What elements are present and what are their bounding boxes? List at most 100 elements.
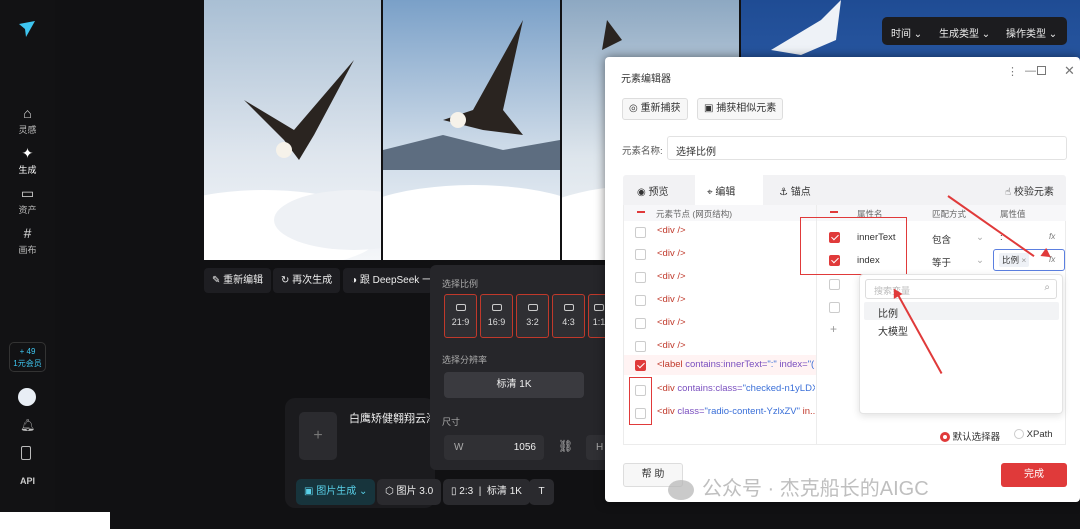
location-icon: ⌖ — [707, 187, 713, 198]
attr-select-all-checkbox[interactable] — [830, 211, 838, 213]
attr-checkbox[interactable] — [829, 302, 840, 313]
ratio-3-2[interactable]: 3:2 — [516, 294, 549, 338]
tree-node[interactable]: <div /> — [657, 248, 686, 259]
regenerate-button[interactable]: ↻ 再次生成 — [273, 268, 341, 293]
chevron-down-icon: ⌄ — [981, 29, 991, 40]
tree-node-label[interactable]: <label contains:innerText=":" index="(..… — [657, 359, 815, 370]
nav-item-canvas[interactable]: # 画布 — [0, 225, 55, 256]
ratio-4-3[interactable]: 4:3 — [552, 294, 585, 338]
credits-badge[interactable]: + 49 1元会员 — [9, 342, 46, 372]
minimize-icon[interactable]: — — [1025, 65, 1036, 77]
done-button[interactable]: 完成 — [1001, 463, 1067, 487]
node-checkbox[interactable] — [635, 295, 646, 306]
match-select[interactable]: 等于 ⌄ — [932, 255, 984, 269]
node-checkbox[interactable] — [635, 249, 646, 260]
nav-item-assets[interactable]: ▭ 资产 — [0, 185, 55, 216]
close-icon[interactable]: ✕ — [1064, 63, 1075, 79]
verify-element-button[interactable]: ☝︎ 校验元素 — [1005, 183, 1054, 198]
node-checkbox-checked[interactable] — [635, 360, 646, 371]
bell-icon[interactable]: 🔔︎ — [20, 418, 35, 432]
link-icon[interactable]: ⛓︎ — [558, 439, 573, 453]
dropdown-option[interactable]: 大模型 — [878, 323, 908, 338]
tree-node-checked-div[interactable]: <div contains:class="checked-n1yLDX... — [657, 383, 815, 394]
mode-select[interactable]: ▣ 图片生成 ⌄ — [296, 479, 376, 505]
text-style-button[interactable]: T — [529, 479, 554, 505]
tree-header-row: 元素节点 (网页结构) — [624, 205, 816, 221]
api-link[interactable]: API — [20, 476, 35, 486]
tree-node[interactable]: <div /> — [657, 271, 686, 282]
avatar[interactable] — [18, 388, 36, 406]
wechat-icon — [668, 479, 694, 500]
ratio-icon: ▯ — [451, 486, 457, 497]
tree-node[interactable]: <div /> — [657, 225, 686, 236]
attr-checkbox[interactable] — [829, 279, 840, 290]
tree-node[interactable]: <div /> — [657, 317, 686, 328]
gen-type-filter[interactable]: 生成类型 ⌄ — [939, 25, 990, 40]
ratio-select[interactable]: ▯ 2:3 | 标清 1K — [443, 479, 530, 505]
tab-preview[interactable]: ◉ 预览 — [637, 183, 669, 198]
cube-icon: ⬡ — [385, 486, 394, 497]
generated-image-2[interactable] — [383, 0, 560, 260]
more-icon[interactable]: ⋮ — [1007, 65, 1018, 78]
text-icon: T — [538, 486, 545, 497]
target-icon: ◎ — [629, 103, 638, 114]
search-icon: ⌕ — [1044, 282, 1050, 293]
close-icon[interactable]: × — [1021, 255, 1026, 265]
tree-node[interactable]: <div /> — [657, 340, 686, 351]
radio-checked-icon — [940, 432, 950, 443]
deepseek-button[interactable]: ◑ 跟 DeepSeek 一起 — [343, 268, 433, 293]
ratio-title: 选择比例 — [442, 279, 479, 289]
tab-edit[interactable]: ⌖ 编辑 — [695, 175, 763, 205]
prompt-text[interactable]: 白鹰矫健翱翔云海间 — [349, 410, 435, 426]
chevron-down-icon: ⌄ — [913, 29, 923, 40]
re-edit-button[interactable]: ✎ 重新编辑 — [204, 268, 272, 293]
resolution-option[interactable]: 标清 1K — [444, 372, 584, 398]
generated-image-1[interactable] — [204, 0, 381, 260]
tree-select-all-checkbox[interactable] — [637, 211, 645, 213]
value-tag: 比例 × — [999, 253, 1029, 267]
nav-item-inspiration[interactable]: ⌂ 灵感 — [0, 105, 55, 136]
white-strip — [0, 512, 110, 529]
node-checkbox[interactable] — [635, 272, 646, 283]
highlight-box — [629, 377, 652, 425]
folder-icon: ▭ — [20, 185, 35, 201]
phone-icon[interactable] — [21, 446, 31, 460]
time-filter[interactable]: 时间 ⌄ — [891, 25, 922, 40]
element-name-input[interactable]: 选择比例 — [667, 136, 1067, 160]
ratio-16-9[interactable]: 16:9 — [480, 294, 513, 338]
pointer-icon: ☝︎ — [1005, 187, 1012, 198]
dropdown-option-selected[interactable]: 比例 — [864, 302, 1059, 320]
deepseek-icon: ◑ — [351, 275, 358, 286]
node-tree: 元素节点 (网页结构) <div /> <div /> <div /> <div… — [623, 205, 817, 445]
chevron-down-icon: ⌄ — [359, 486, 368, 497]
match-select[interactable]: 包含 ⌄ — [932, 232, 984, 246]
canvas-icon: # — [23, 225, 32, 241]
width-input[interactable]: W 1056 — [444, 435, 544, 460]
tree-node[interactable]: <div /> — [657, 294, 686, 305]
ratio-panel: 选择比例 21:9 16:9 3:2 4:3 1:1 选择分辨率 标清 1K 尺… — [430, 265, 610, 470]
highlight-box — [800, 217, 907, 275]
nav-item-generate[interactable]: ✦ 生成 — [0, 145, 55, 176]
node-checkbox[interactable] — [635, 227, 646, 238]
default-selector-radio[interactable]: 默认选择器 — [940, 429, 1000, 443]
recapture-button[interactable]: ◎ 重新捕获 — [622, 98, 688, 120]
tree-node-radio-div[interactable]: <div class="radio-content-YzlxZV" in... — [657, 406, 815, 417]
size-title: 尺寸 — [442, 417, 461, 427]
maximize-icon[interactable] — [1037, 66, 1046, 75]
op-type-filter[interactable]: 操作类型 ⌄ — [1006, 25, 1057, 40]
app-logo-icon[interactable] — [18, 20, 36, 38]
xpath-radio[interactable]: XPath — [1014, 429, 1053, 440]
capture-similar-button[interactable]: ▣ 捕获相似元素 — [697, 98, 784, 120]
left-nav: ⌂ 灵感 ✦ 生成 ▭ 资产 # 画布 + 49 1元会员 🔔︎ API — [0, 0, 55, 529]
model-select[interactable]: ⬡ 图片 3.0 — [377, 479, 442, 505]
node-checkbox[interactable] — [635, 341, 646, 352]
node-checkbox[interactable] — [635, 318, 646, 329]
chevron-down-icon: ⌄ — [976, 232, 984, 243]
chevron-down-icon: ⌄ — [1048, 29, 1058, 40]
add-attr-icon[interactable]: + — [830, 322, 837, 336]
formula-icon[interactable]: fx — [1049, 232, 1055, 241]
variable-dropdown: 搜索变量 ⌕ 比例 大模型 — [859, 274, 1063, 414]
add-reference-button[interactable]: + — [299, 412, 337, 460]
tab-anchor[interactable]: ⚓︎ 锚点 — [779, 183, 811, 198]
ratio-21-9[interactable]: 21:9 — [444, 294, 477, 338]
